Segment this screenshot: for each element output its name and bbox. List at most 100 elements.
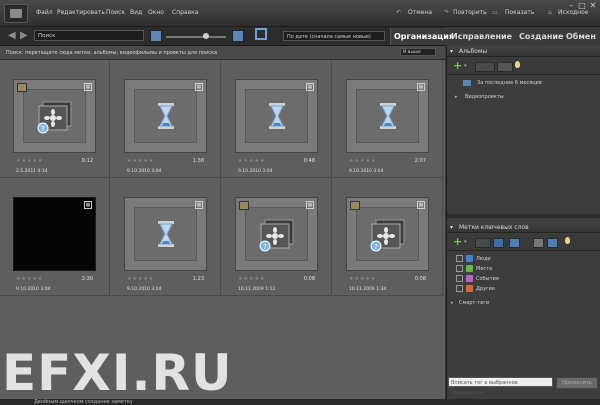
sort-select[interactable]: По дате (сначала самые новые) bbox=[283, 31, 385, 41]
minimize-button[interactable]: – bbox=[566, 1, 576, 11]
media-thumbnail[interactable]: ▦ bbox=[124, 79, 207, 153]
tab-organize[interactable]: Организация bbox=[390, 28, 454, 45]
apply-button[interactable]: Применить bbox=[556, 377, 598, 389]
rating-stars[interactable]: ★★★★★ bbox=[127, 276, 154, 282]
media-thumbnail[interactable]: ▦ bbox=[235, 79, 318, 153]
cloud-icon[interactable] bbox=[509, 238, 520, 248]
keyword-places[interactable]: Места bbox=[456, 265, 492, 274]
watermark: EFXI.RU bbox=[2, 344, 233, 402]
dropdown-arrow-icon[interactable]: ▾ bbox=[464, 63, 467, 69]
menu-view[interactable]: Вид bbox=[130, 9, 142, 16]
rating-stars[interactable]: ★★★★★ bbox=[16, 276, 43, 282]
media-item[interactable]: ▦ ★★★★★ 2:30 9.10.2010 3:04 bbox=[0, 178, 110, 296]
zoom-slider-thumb[interactable] bbox=[203, 33, 209, 39]
photo-placeholder-icon: ? bbox=[259, 219, 293, 252]
events-tag-icon bbox=[466, 275, 473, 282]
lightbulb-icon[interactable] bbox=[565, 237, 570, 244]
media-thumbnail[interactable]: ? ▦ bbox=[13, 79, 96, 153]
menu-help[interactable]: Справка bbox=[172, 9, 198, 16]
lightbulb-icon[interactable] bbox=[515, 61, 520, 68]
checkbox[interactable] bbox=[456, 285, 463, 292]
keyword-people[interactable]: Люди bbox=[456, 255, 491, 264]
checkbox[interactable] bbox=[456, 265, 463, 272]
fullscreen-icon[interactable] bbox=[255, 28, 267, 40]
smart-tags[interactable]: Смарт-теги bbox=[459, 300, 489, 306]
media-item[interactable]: ▦ ★★★★★ 1:38 9.10.2010 3:04 bbox=[111, 60, 221, 178]
search-input[interactable]: Поиск bbox=[34, 30, 144, 41]
places-tag-icon bbox=[466, 265, 473, 272]
media-item[interactable]: ▦ ★★★★★ 0:48 9.10.2010 3:04 bbox=[222, 60, 332, 178]
thumbnail-large-icon[interactable] bbox=[232, 30, 244, 42]
video-badge-icon: ▦ bbox=[84, 83, 92, 91]
menu-window[interactable]: Окно bbox=[148, 9, 164, 16]
duration-label: 0:08 bbox=[414, 276, 426, 282]
expand-arrow-icon[interactable]: ▸ bbox=[451, 300, 454, 306]
rating-stars[interactable]: ★★★★★ bbox=[16, 158, 43, 164]
edit-icon[interactable] bbox=[497, 62, 513, 72]
maximize-button[interactable]: □ bbox=[577, 1, 587, 11]
tab-share[interactable]: Обмен bbox=[566, 28, 596, 45]
albums-toolbar: + ▾ bbox=[447, 58, 600, 75]
media-item[interactable]: ▦ ★★★★★ 1:23 9.10.2010 3:04 bbox=[111, 178, 221, 296]
albums-header[interactable]: Альбомы bbox=[447, 46, 600, 57]
duration-label: 2:30 bbox=[81, 276, 93, 282]
photo-badge-icon bbox=[239, 201, 249, 210]
back-arrow-icon[interactable]: ◀ bbox=[8, 31, 16, 41]
thumbnail-frame bbox=[245, 89, 308, 143]
album-item[interactable]: За последние 6 месяцев bbox=[477, 80, 542, 86]
checkbox[interactable] bbox=[456, 275, 463, 282]
add-album-icon[interactable]: + bbox=[453, 60, 462, 72]
keyword-label: Места bbox=[476, 266, 493, 272]
add-keyword-icon[interactable]: + bbox=[453, 236, 462, 248]
rating-stars[interactable]: ★★★★★ bbox=[238, 158, 265, 164]
media-thumbnail[interactable]: ▦ bbox=[13, 197, 96, 271]
rating-filter-select[interactable]: И выше bbox=[400, 48, 436, 56]
media-item[interactable]: ▦ ★★★★★ 2:07 9.10.2010 3:04 bbox=[333, 60, 443, 178]
photo-placeholder-icon: ? bbox=[370, 219, 404, 252]
tab-fix[interactable]: Исправление bbox=[451, 28, 512, 45]
remove-icon[interactable] bbox=[475, 238, 491, 248]
svg-text:?: ? bbox=[41, 125, 45, 133]
expand-arrow-icon[interactable]: ▸ bbox=[455, 94, 458, 100]
menu-search[interactable]: Поиск bbox=[106, 9, 125, 16]
keywords-header[interactable]: Метки ключевых слов bbox=[447, 222, 600, 233]
thumbnail-small-icon[interactable] bbox=[150, 30, 162, 42]
rating-stars[interactable]: ★★★★★ bbox=[238, 276, 265, 282]
rating-stars[interactable]: ★★★★★ bbox=[349, 276, 376, 282]
media-thumbnail[interactable]: ? ▦ bbox=[235, 197, 318, 271]
panel-splitter[interactable] bbox=[447, 214, 600, 218]
media-thumbnail[interactable]: ▦ bbox=[346, 79, 429, 153]
keyword-other[interactable]: Другие bbox=[456, 285, 495, 294]
show-button[interactable]: Показать bbox=[505, 9, 534, 16]
keyword-events[interactable]: События bbox=[456, 275, 499, 284]
dropdown-arrow-icon[interactable]: ▾ bbox=[464, 239, 467, 245]
checkbox[interactable] bbox=[456, 255, 463, 262]
tag-icon[interactable] bbox=[493, 238, 504, 248]
forward-arrow-icon[interactable]: ▶ bbox=[20, 31, 28, 41]
media-item[interactable]: ? ▦ ★★★★★ 0:08 10.11.2009 1:34 bbox=[333, 178, 443, 296]
duration-label: 2:07 bbox=[414, 158, 426, 164]
monitor-icon: ▭ bbox=[492, 9, 498, 16]
remove-icon[interactable] bbox=[475, 62, 495, 72]
menu-edit[interactable]: Редактировать bbox=[57, 9, 105, 16]
zoom-slider[interactable] bbox=[166, 36, 226, 38]
face-icon[interactable] bbox=[533, 238, 544, 248]
redo-button[interactable]: Повторить bbox=[453, 9, 487, 16]
date-label: 9.10.2010 3:04 bbox=[16, 287, 51, 292]
video-badge-icon: ▦ bbox=[306, 83, 314, 91]
media-thumbnail[interactable]: ▦ bbox=[124, 197, 207, 271]
photo-placeholder-icon: ? bbox=[37, 101, 71, 134]
media-thumbnail[interactable]: ? ▦ bbox=[346, 197, 429, 271]
undo-button[interactable]: Отмена bbox=[408, 9, 432, 16]
menu-file[interactable]: Файл bbox=[36, 9, 53, 16]
duration-label: 1:23 bbox=[192, 276, 204, 282]
media-item[interactable]: ? ▦ ★★★★★ 0:08 10.11.2009 1:12 bbox=[222, 178, 332, 296]
album-item[interactable]: Видеопроекты bbox=[465, 94, 504, 100]
rating-stars[interactable]: ★★★★★ bbox=[349, 158, 376, 164]
tag-input[interactable]: Вписать тег в выбранное содержимое bbox=[448, 377, 553, 396]
tab-create[interactable]: Создание bbox=[519, 28, 563, 45]
person-icon[interactable] bbox=[547, 238, 558, 248]
media-item[interactable]: ? ▦ ★★★★★ 0:12 2.5.2011 4:14 bbox=[0, 60, 110, 178]
rating-stars[interactable]: ★★★★★ bbox=[127, 158, 154, 164]
close-button[interactable]: ✕ bbox=[588, 1, 598, 11]
